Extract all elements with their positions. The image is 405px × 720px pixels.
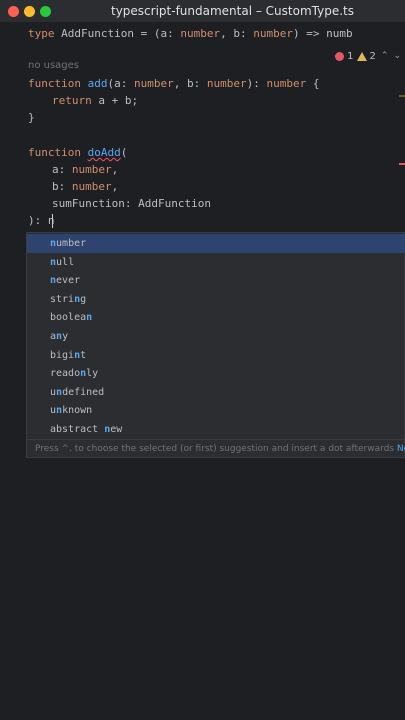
completion-item[interactable]: boolean <box>27 308 405 327</box>
completion-item[interactable]: string <box>27 290 405 309</box>
chevron-down-icon[interactable]: ⌄ <box>393 51 401 61</box>
error-count: 1 <box>347 50 354 62</box>
completion-item-label: string <box>50 293 87 305</box>
code-line-add: function add(a: number, b: number): numb… <box>28 77 320 90</box>
code-line-return-type: ): n <box>28 214 55 227</box>
completion-item-label: number <box>50 238 87 249</box>
completion-item[interactable]: undefined <box>27 383 405 402</box>
completion-item-label: undefined <box>50 386 105 398</box>
completion-item[interactable]: never <box>27 271 405 290</box>
completion-item[interactable]: readonly <box>27 364 405 383</box>
completion-item-label: readonly <box>50 368 99 380</box>
completion-item[interactable]: abstract new <box>27 420 405 439</box>
title-bar: typescript-fundamental – CustomType.ts <box>0 0 405 23</box>
error-icon <box>335 51 345 61</box>
completion-item-label: abstract new <box>50 424 123 435</box>
zoom-window-button[interactable] <box>40 6 51 17</box>
completion-item[interactable]: any <box>27 327 405 346</box>
completion-item-label: unknown <box>50 405 93 417</box>
chevron-up-icon[interactable]: ⌃ <box>381 51 389 61</box>
code-line-param-b: b: number, <box>52 180 119 193</box>
completion-item-label: boolean <box>50 312 93 324</box>
completion-item-label: never <box>50 275 81 287</box>
warning-icon <box>356 51 367 61</box>
warning-stripe[interactable] <box>399 95 405 97</box>
code-line-param-sum: sumFunction: AddFunction <box>52 197 211 210</box>
completion-item-label: any <box>50 331 69 342</box>
error-stripe[interactable] <box>399 163 405 165</box>
close-window-button[interactable] <box>8 6 19 17</box>
completion-item[interactable]: unknown <box>27 401 405 420</box>
completion-item-label: null <box>50 256 75 268</box>
code-line-type-alias: type AddFunction = (a: number, b: number… <box>28 27 353 40</box>
completion-popup[interactable]: number null never string boolean any bigint rea… <box>26 232 405 458</box>
completion-item-label: bigint <box>50 349 87 361</box>
code-line-param-a: a: number, <box>52 163 119 176</box>
completion-item[interactable]: number <box>27 234 405 253</box>
completion-footer: Press ^. to choose the selected (or firs… <box>27 439 405 459</box>
text-caret <box>52 214 53 228</box>
usages-hint: no usages <box>28 60 80 71</box>
window-title: typescript-fundamental – CustomType.ts <box>111 4 354 18</box>
code-line-doadd: function doAdd( <box>28 146 128 159</box>
next-tip-link[interactable]: Ne <box>397 444 405 454</box>
minimize-window-button[interactable] <box>24 6 35 17</box>
warning-count: 2 <box>369 50 376 62</box>
code-line-return: return a + b; <box>52 94 139 107</box>
completion-item[interactable]: bigint <box>27 346 405 365</box>
code-line-close-brace: } <box>28 111 35 124</box>
completion-item[interactable]: null <box>27 253 405 272</box>
inspection-widget[interactable]: 1 2 ⌃ ⌄ <box>329 49 405 63</box>
